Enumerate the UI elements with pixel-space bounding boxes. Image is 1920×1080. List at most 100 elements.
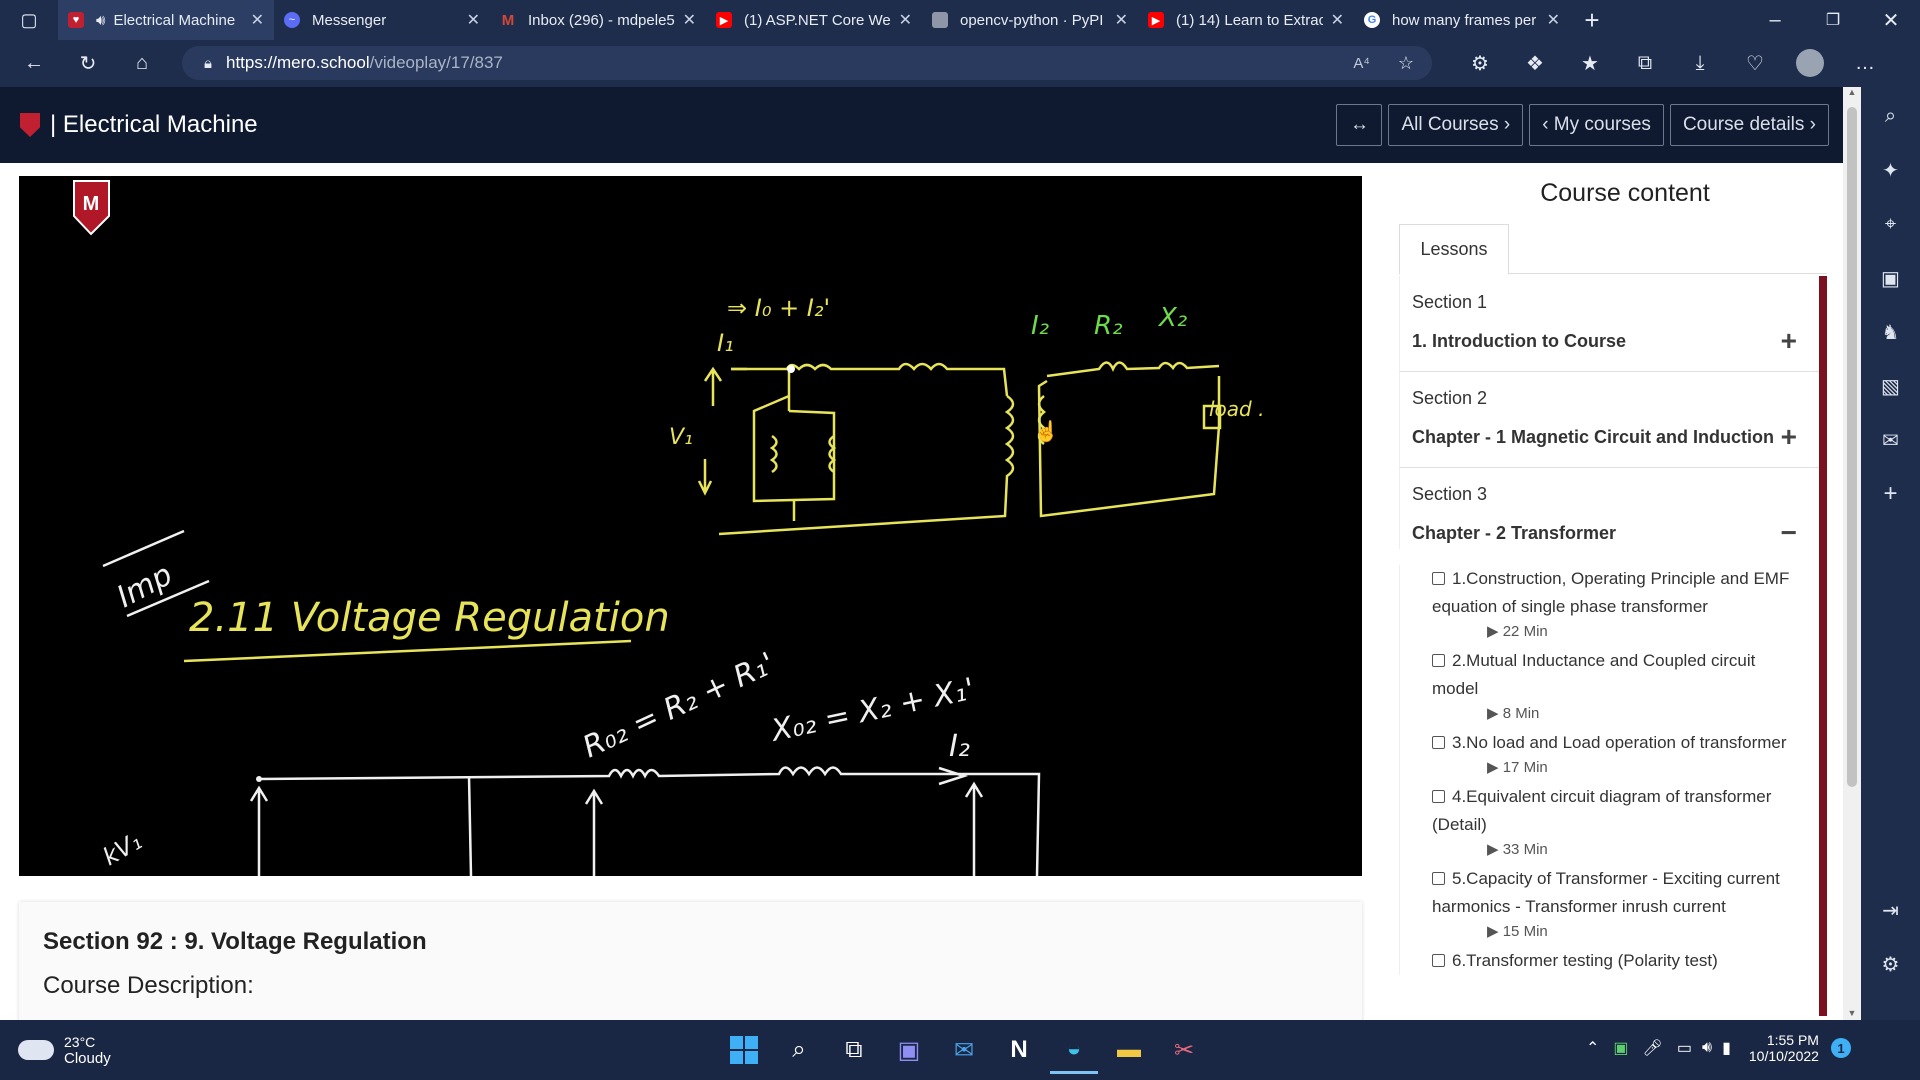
search-icon[interactable]: ⌕ bbox=[775, 1026, 823, 1074]
lesson-item[interactable]: 4.Equivalent circuit diagram of transfor… bbox=[1400, 783, 1819, 861]
lesson-checkbox[interactable] bbox=[1432, 872, 1445, 885]
add-favorite-icon[interactable]: ☆ bbox=[1398, 53, 1414, 74]
video-player[interactable]: M I₁ ⇒ I₀ + I₂' V₁ load . I₂ R₂ X₂ Imp 2… bbox=[19, 176, 1362, 876]
course-description-label: Course Description: bbox=[43, 972, 254, 999]
tab-aspnet-youtube[interactable]: ▶ (1) ASP.NET Core Web ✕ bbox=[706, 0, 922, 40]
refresh-icon[interactable]: ↻ bbox=[70, 46, 106, 82]
all-courses-button[interactable]: All Courses › bbox=[1388, 104, 1524, 146]
lesson-item[interactable]: 5.Capacity of Transformer - Exciting cur… bbox=[1400, 865, 1819, 943]
read-aloud-icon[interactable]: A⁴ bbox=[1353, 55, 1369, 72]
address-bar[interactable]: 🔒︎ https://mero.school/videoplay/17/837 … bbox=[182, 46, 1432, 80]
lesson-item[interactable]: 3.No load and Load operation of transfor… bbox=[1400, 729, 1819, 779]
tab-pypi[interactable]: opencv-python · PyPI ✕ bbox=[922, 0, 1138, 40]
section-item-expanded[interactable]: Section 3 Chapter - 2 Transformer − bbox=[1399, 468, 1819, 549]
lesson-checkbox[interactable] bbox=[1432, 954, 1445, 967]
lesson-duration: ▶︎ 15 Min bbox=[1432, 921, 1805, 943]
minimize-icon[interactable]: – bbox=[1746, 2, 1804, 38]
show-hidden-icons-icon[interactable]: ⌃ bbox=[1586, 1038, 1599, 1058]
tab-learn-youtube[interactable]: ▶ (1) 14) Learn to Extrac ✕ bbox=[1138, 0, 1354, 40]
settings-icon[interactable]: ⚙ bbox=[1861, 937, 1920, 991]
back-icon[interactable]: ← bbox=[16, 46, 52, 82]
shopping-tag-icon[interactable]: ⌖ bbox=[1861, 197, 1920, 251]
tab-electrical-machine[interactable]: ♥ 🔊︎ Electrical Machine ✕ bbox=[58, 0, 274, 40]
section-label: Section 1 bbox=[1412, 292, 1488, 312]
expand-button[interactable]: ↔ bbox=[1336, 104, 1383, 146]
lesson-item[interactable]: 2.Mutual Inductance and Coupled circuit … bbox=[1400, 647, 1819, 725]
close-tab-icon[interactable]: ✕ bbox=[899, 10, 912, 30]
tab-messenger[interactable]: ~ Messenger ✕ bbox=[274, 0, 490, 40]
expand-plus-icon[interactable]: + bbox=[1781, 325, 1797, 357]
search-icon[interactable]: ⌕ bbox=[1861, 89, 1920, 143]
close-tab-icon[interactable]: ✕ bbox=[467, 10, 480, 30]
notion-icon[interactable]: N bbox=[995, 1026, 1043, 1074]
tab-gmail[interactable]: M Inbox (296) - mdpele5 ✕ bbox=[490, 0, 706, 40]
play-circle-icon: ▶︎ bbox=[1487, 759, 1499, 776]
download-icon[interactable]: ⤓ bbox=[1682, 45, 1718, 81]
collections-icon[interactable]: ⧉ bbox=[1627, 45, 1663, 81]
teams-chat-icon[interactable]: ▣ bbox=[885, 1026, 933, 1074]
extensions-icon[interactable]: ❖ bbox=[1517, 45, 1553, 81]
weather-temp: 23°C bbox=[64, 1033, 96, 1050]
lesson-item[interactable]: 6.Transformer testing (Polarity test) bbox=[1400, 947, 1819, 975]
office-icon[interactable]: ▧ bbox=[1861, 359, 1920, 413]
close-tab-icon[interactable]: ✕ bbox=[251, 10, 264, 30]
lesson-checkbox[interactable] bbox=[1432, 790, 1445, 803]
close-tab-icon[interactable]: ✕ bbox=[1115, 10, 1128, 30]
close-tab-icon[interactable]: ✕ bbox=[683, 10, 696, 30]
scrollbar-thumb[interactable] bbox=[1847, 107, 1857, 787]
scroll-down-icon[interactable]: ▼ bbox=[1843, 1008, 1861, 1018]
collapse-minus-icon[interactable]: − bbox=[1781, 517, 1797, 549]
lesson-checkbox[interactable] bbox=[1432, 572, 1445, 585]
snipping-tool-icon[interactable]: ✂ bbox=[1160, 1026, 1208, 1074]
app-tray-icon[interactable]: ▣ bbox=[1613, 1038, 1628, 1058]
youtube-icon: ▶ bbox=[716, 12, 732, 28]
battery-icon[interactable]: ▮ bbox=[1722, 1038, 1731, 1058]
volume-icon[interactable]: 🔊︎ bbox=[1702, 1039, 1712, 1057]
task-view-icon[interactable]: ⧉ bbox=[830, 1026, 878, 1074]
hide-sidebar-icon[interactable]: ⇥ bbox=[1861, 883, 1920, 937]
speaker-icon[interactable]: 🔊︎ bbox=[96, 12, 105, 29]
profile-avatar[interactable] bbox=[1792, 45, 1828, 81]
expand-plus-icon[interactable]: + bbox=[1781, 421, 1797, 453]
weather-widget[interactable]: 23°C Cloudy bbox=[18, 1034, 111, 1067]
new-tab-icon[interactable]: + bbox=[1574, 2, 1610, 38]
home-icon[interactable]: ⌂ bbox=[124, 46, 160, 82]
discover-icon[interactable]: ✦ bbox=[1861, 143, 1920, 197]
games-icon[interactable]: ♞ bbox=[1861, 305, 1920, 359]
lesson-checkbox[interactable] bbox=[1432, 654, 1445, 667]
microphone-icon[interactable]: 🎤︎ bbox=[1643, 1038, 1663, 1058]
extension-gear-icon[interactable]: ⚙ bbox=[1462, 45, 1498, 81]
page-scrollbar[interactable]: ▲ ▼ bbox=[1843, 87, 1861, 1020]
tools-briefcase-icon[interactable]: ▣ bbox=[1861, 251, 1920, 305]
my-courses-button[interactable]: ‹ My courses bbox=[1529, 104, 1664, 146]
close-tab-icon[interactable]: ✕ bbox=[1547, 10, 1560, 30]
close-window-icon[interactable]: ✕ bbox=[1862, 2, 1920, 38]
outlook-icon[interactable]: ✉ bbox=[1861, 413, 1920, 467]
file-explorer-icon[interactable]: ▬ bbox=[1105, 1026, 1153, 1074]
add-sidebar-icon[interactable]: + bbox=[1861, 467, 1920, 521]
notification-icon[interactable]: 1 bbox=[1830, 1038, 1851, 1058]
network-icon[interactable]: ▭ bbox=[1677, 1038, 1692, 1058]
restore-icon[interactable]: ❐ bbox=[1804, 2, 1862, 38]
lock-icon: 🔒︎ bbox=[204, 54, 212, 72]
section-item[interactable]: Section 1 1. Introduction to Course + bbox=[1399, 276, 1819, 372]
messenger-icon: ~ bbox=[284, 12, 300, 28]
tab-google-search[interactable]: G how many frames per ✕ bbox=[1354, 0, 1570, 40]
start-windows-icon[interactable] bbox=[720, 1026, 768, 1074]
clock-date[interactable]: 10/10/2022 bbox=[1749, 1048, 1819, 1064]
lesson-item[interactable]: 1.Construction, Operating Principle and … bbox=[1400, 565, 1819, 643]
tab-lessons[interactable]: Lessons bbox=[1399, 224, 1509, 275]
tab-actions-icon[interactable]: ▢ bbox=[0, 2, 58, 38]
edge-browser-icon[interactable]: ◒ bbox=[1050, 1026, 1098, 1074]
scroll-up-icon[interactable]: ▲ bbox=[1843, 87, 1861, 103]
play-circle-icon: ▶︎ bbox=[1487, 705, 1499, 722]
clock-time[interactable]: 1:55 PM bbox=[1749, 1032, 1819, 1048]
section-item[interactable]: Section 2 Chapter - 1 Magnetic Circuit a… bbox=[1399, 372, 1819, 468]
more-menu-icon[interactable]: … bbox=[1847, 45, 1883, 81]
health-icon[interactable]: ♡ bbox=[1737, 45, 1773, 81]
mail-icon[interactable]: ✉ bbox=[940, 1026, 988, 1074]
close-tab-icon[interactable]: ✕ bbox=[1331, 10, 1344, 30]
course-details-button[interactable]: Course details › bbox=[1669, 104, 1829, 146]
favorites-icon[interactable]: ★ bbox=[1572, 45, 1608, 81]
lesson-checkbox[interactable] bbox=[1432, 736, 1445, 749]
